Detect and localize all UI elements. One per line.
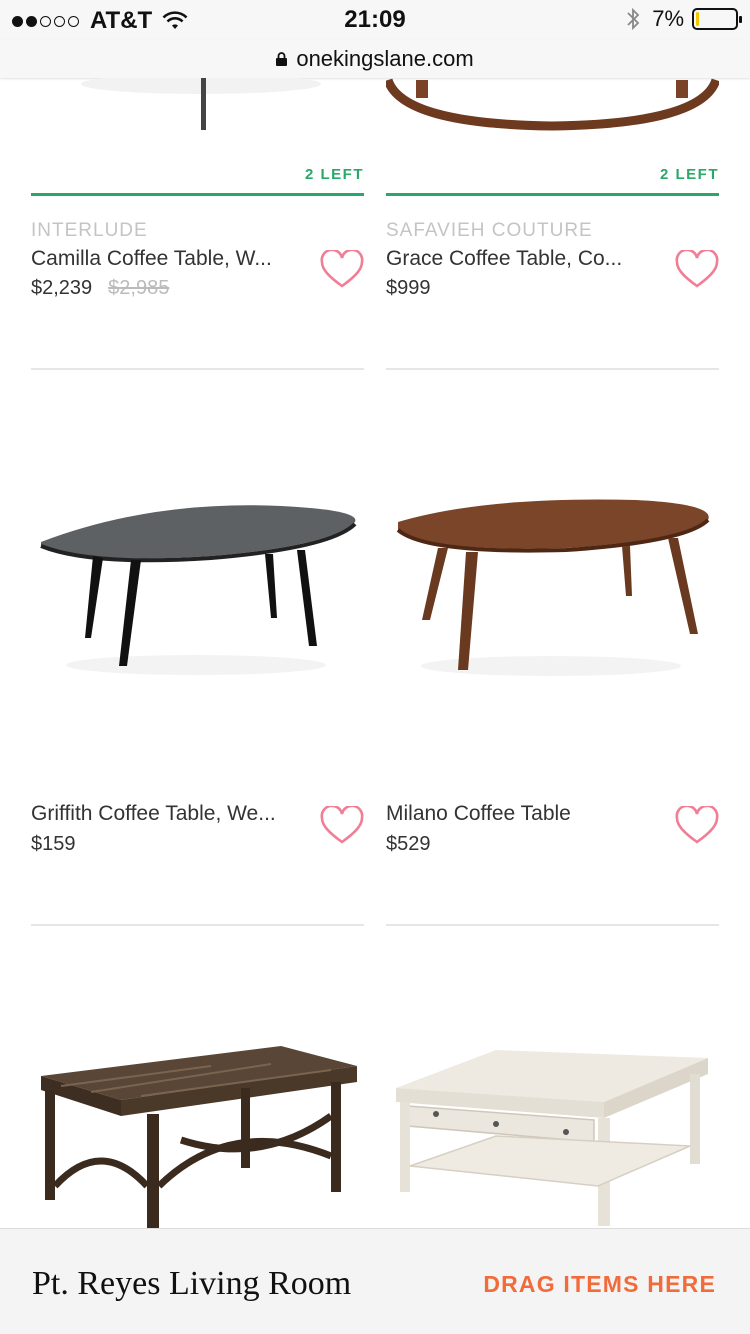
device-status: 7% [626, 6, 742, 32]
stock-badge: 2 LEFT [659, 166, 719, 183]
room-name: Pt. Reyes Living Room [32, 1265, 352, 1302]
bluetooth-icon [627, 7, 640, 31]
row-divider [31, 368, 364, 370]
heart-icon[interactable] [320, 806, 364, 846]
row-divider [386, 924, 719, 926]
product-title[interactable]: Milano Coffee Table [386, 802, 661, 826]
product-image-milano[interactable] [386, 470, 719, 690]
battery-fill [696, 12, 699, 26]
product-image-griffith[interactable] [31, 470, 364, 690]
product-card[interactable]: Milano Coffee Table $529 [386, 800, 719, 920]
product-brand: SAFAVIEH COUTURE [386, 220, 593, 241]
row-divider [386, 368, 719, 370]
product-price: $159 [31, 833, 76, 855]
product-price: $2,239 $2,985 [31, 277, 169, 300]
product-photo [40, 505, 357, 675]
sale-price: $2,239 [31, 277, 93, 299]
drag-items-target[interactable]: DRAG ITEMS HERE [483, 1271, 716, 1298]
product-photo [386, 78, 719, 131]
battery-icon [692, 8, 742, 30]
product-photo [41, 1046, 357, 1228]
url-domain: onekingslane.com [296, 46, 474, 71]
product-card[interactable]: Griffith Coffee Table, We... $159 [31, 800, 364, 920]
heart-icon[interactable] [675, 806, 719, 846]
product-brand: INTERLUDE [31, 220, 148, 241]
address-bar[interactable]: onekingslane.com [0, 40, 750, 78]
heart-icon[interactable] [675, 250, 719, 290]
product-price: $529 [386, 833, 431, 855]
heart-icon[interactable] [320, 250, 364, 290]
row-divider [31, 924, 364, 926]
stock-bar [31, 193, 364, 196]
lock-icon [276, 52, 288, 66]
battery-percent: 7% [652, 6, 684, 31]
product-photo [396, 1050, 708, 1226]
product-image-camilla[interactable] [31, 78, 364, 158]
original-price: $2,985 [108, 277, 170, 299]
product-image-grace[interactable] [386, 78, 719, 158]
product-price: $999 [386, 277, 431, 299]
product-photo [81, 78, 321, 130]
product-title[interactable]: Griffith Coffee Table, We... [31, 802, 306, 826]
status-bar: AT&T 21:09 7% [0, 0, 750, 40]
product-title[interactable]: Grace Coffee Table, Co... [386, 247, 661, 271]
stock-badge: 2 LEFT [304, 166, 364, 183]
product-card[interactable]: 2 LEFT INTERLUDE Camilla Coffee Table, W… [31, 160, 364, 370]
room-drop-bar[interactable]: Pt. Reyes Living Room DRAG ITEMS HERE [0, 1228, 750, 1334]
product-title[interactable]: Camilla Coffee Table, W... [31, 247, 306, 271]
product-image-white-lift-top[interactable] [386, 1036, 719, 1228]
product-photo [396, 499, 710, 676]
stock-bar [386, 193, 719, 196]
product-image-reclaimed[interactable] [31, 1036, 364, 1228]
product-card[interactable]: 2 LEFT SAFAVIEH COUTURE Grace Coffee Tab… [386, 160, 719, 370]
